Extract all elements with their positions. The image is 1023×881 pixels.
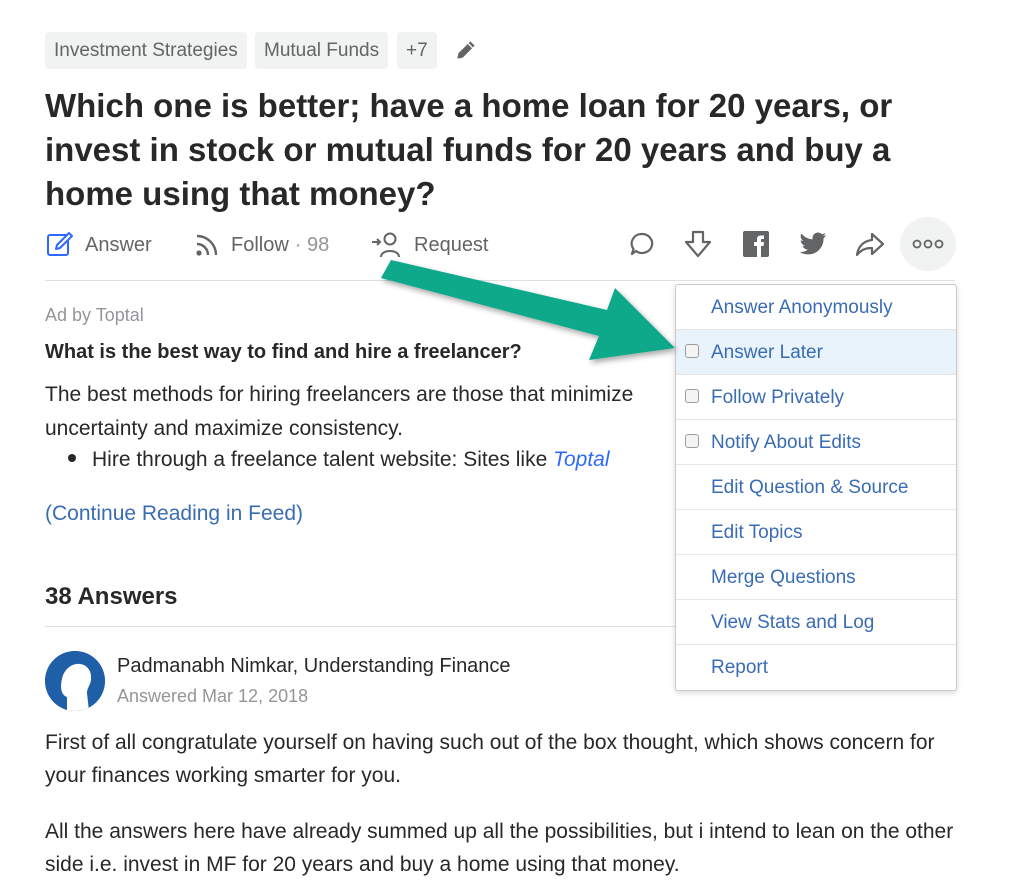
continue-reading-link[interactable]: (Continue Reading in Feed) <box>45 502 303 526</box>
answers-count: 38 Answers <box>45 583 178 610</box>
menu-item-label: Edit Question & Source <box>711 477 909 498</box>
more-options-button[interactable] <box>900 217 956 271</box>
menu-item-label: Merge Questions <box>711 567 856 588</box>
answer-paragraph-2: All the answers here have already summed… <box>45 820 954 876</box>
menu-item-merge-questions[interactable]: Merge Questions <box>676 555 956 600</box>
menu-item-notify-about-edits[interactable]: Notify About Edits <box>676 420 956 465</box>
menu-item-answer-anonymously[interactable]: Answer Anonymously <box>676 285 956 330</box>
toptal-link[interactable]: Toptal <box>553 448 609 471</box>
menu-item-edit-topics[interactable]: Edit Topics <box>676 510 956 555</box>
answer-date[interactable]: Answered Mar 12, 2018 <box>117 686 308 707</box>
checkbox[interactable] <box>685 389 699 403</box>
checkbox[interactable] <box>685 434 699 448</box>
ad-bullet-item: Hire through a freelance talent website:… <box>68 446 610 474</box>
menu-item-label: Report <box>711 657 769 678</box>
answer-paragraph-1: First of all congratulate yourself on ha… <box>45 731 935 787</box>
avatar-silhouette-icon <box>45 651 105 711</box>
menu-item-label: Answer Anonymously <box>711 297 893 318</box>
menu-item-label: Answer Later <box>711 342 823 363</box>
menu-item-label: View Stats and Log <box>711 612 875 633</box>
bullet-dot <box>68 454 76 463</box>
menu-item-edit-question-source[interactable]: Edit Question & Source <box>676 465 956 510</box>
bullet-text: Hire through a freelance talent website:… <box>92 448 554 471</box>
menu-item-view-stats-log[interactable]: View Stats and Log <box>676 600 956 645</box>
more-options-menu: Answer Anonymously Answer Later Follow P… <box>675 284 957 691</box>
annotation-arrow-icon <box>381 260 675 360</box>
menu-item-follow-privately[interactable]: Follow Privately <box>676 375 956 420</box>
avatar[interactable] <box>45 651 105 711</box>
ad-body: The best methods for hiring freelancers … <box>45 383 634 440</box>
menu-item-label: Follow Privately <box>711 387 845 408</box>
answer-author[interactable]: Padmanabh Nimkar, Understanding Finance <box>117 655 511 678</box>
menu-item-answer-later[interactable]: Answer Later <box>676 330 956 375</box>
ad-label: Ad by Toptal <box>45 305 144 325</box>
share-icon[interactable] <box>854 228 886 260</box>
facebook-icon[interactable] <box>740 228 772 260</box>
menu-item-label: Notify About Edits <box>711 432 861 453</box>
ellipsis-icon <box>912 239 944 249</box>
menu-item-label: Edit Topics <box>711 522 803 543</box>
answers-divider <box>45 626 675 627</box>
twitter-icon[interactable] <box>797 228 829 260</box>
menu-item-report[interactable]: Report <box>676 645 956 690</box>
